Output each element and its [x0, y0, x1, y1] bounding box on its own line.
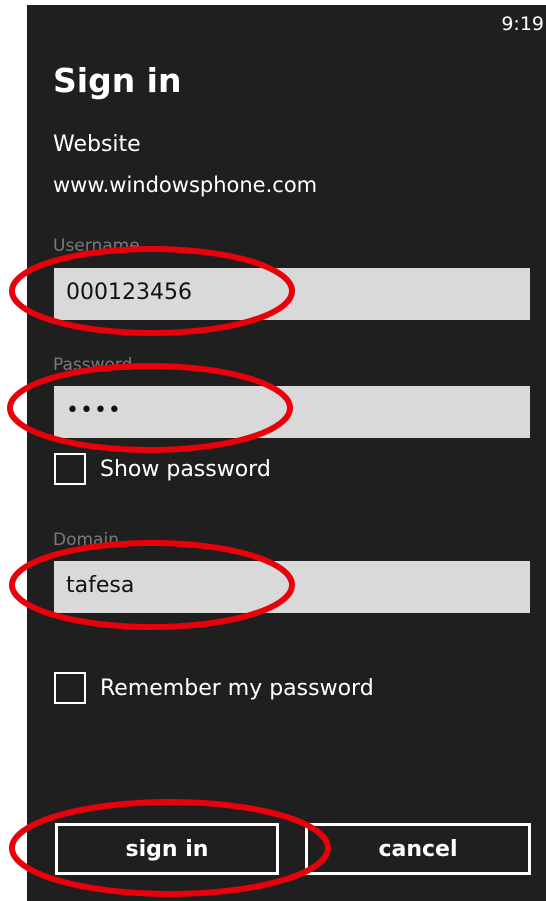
- username-label: Username: [53, 236, 140, 256]
- show-password-label: Show password: [100, 456, 271, 482]
- domain-label: Domain: [53, 530, 119, 550]
- cancel-button[interactable]: cancel: [305, 823, 531, 875]
- page-title: Sign in: [53, 61, 182, 100]
- status-time: 9:19: [501, 13, 544, 35]
- sign-in-label: sign in: [125, 836, 209, 862]
- domain-field[interactable]: tafesa: [54, 561, 530, 613]
- show-password-row[interactable]: Show password: [54, 453, 271, 485]
- website-label: Website: [53, 132, 141, 157]
- sign-in-button[interactable]: sign in: [55, 823, 279, 875]
- cancel-label: cancel: [378, 836, 458, 862]
- show-password-checkbox[interactable]: [54, 453, 86, 485]
- website-url: www.windowsphone.com: [53, 173, 318, 197]
- remember-password-checkbox[interactable]: [54, 672, 86, 704]
- password-label: Password: [53, 355, 133, 375]
- remember-password-row[interactable]: Remember my password: [54, 672, 374, 704]
- username-field[interactable]: 000123456: [54, 268, 530, 320]
- password-field[interactable]: ••••: [54, 386, 530, 438]
- sign-in-screen: 9:19 Sign in Website www.windowsphone.co…: [27, 5, 546, 901]
- remember-password-label: Remember my password: [100, 675, 374, 701]
